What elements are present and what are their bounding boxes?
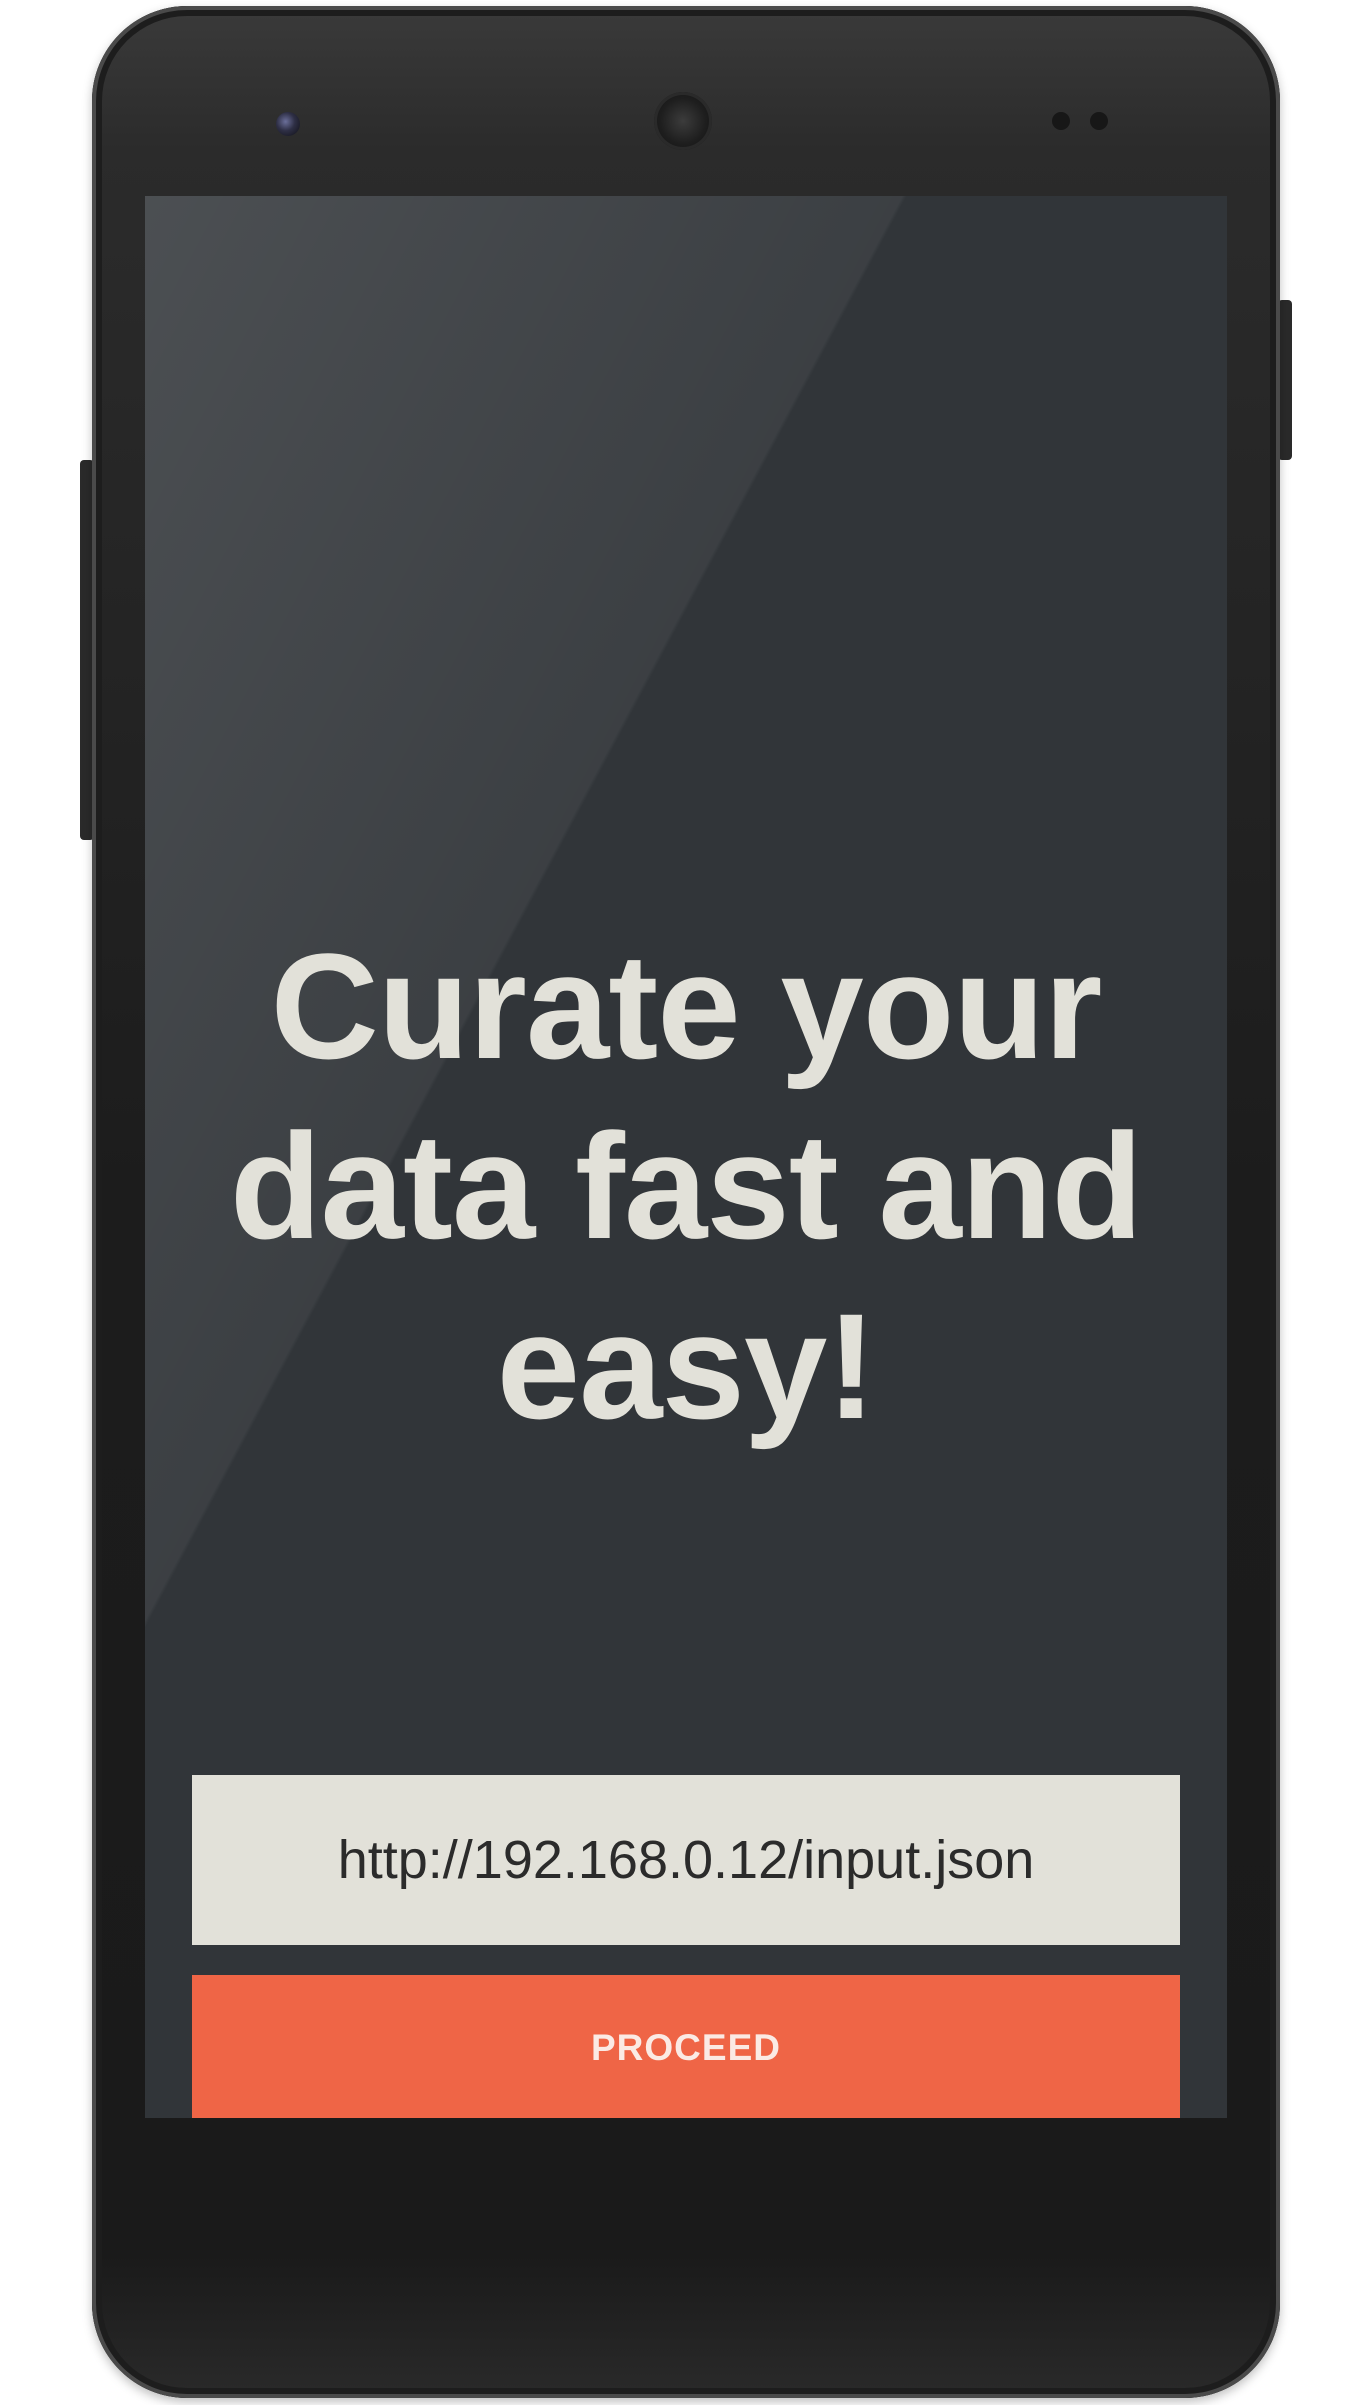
url-input[interactable]	[192, 1775, 1180, 1945]
earpiece-speaker-icon	[654, 92, 712, 150]
headline-line-2: data fast and	[229, 1102, 1143, 1270]
front-camera-icon	[276, 112, 300, 136]
headline-line-3: easy!	[496, 1282, 877, 1450]
power-button	[1278, 300, 1292, 460]
proximity-sensor-icon	[1052, 112, 1070, 130]
headline-line-1: Curate your	[270, 922, 1103, 1090]
light-sensor-icon	[1090, 112, 1108, 130]
device-mockup: Curate your data fast and easy! PROCEED	[0, 0, 1370, 2405]
proceed-button[interactable]: PROCEED	[192, 1975, 1180, 2118]
app-screen: Curate your data fast and easy! PROCEED	[145, 196, 1227, 2118]
headline: Curate your data fast and easy!	[145, 916, 1227, 1456]
